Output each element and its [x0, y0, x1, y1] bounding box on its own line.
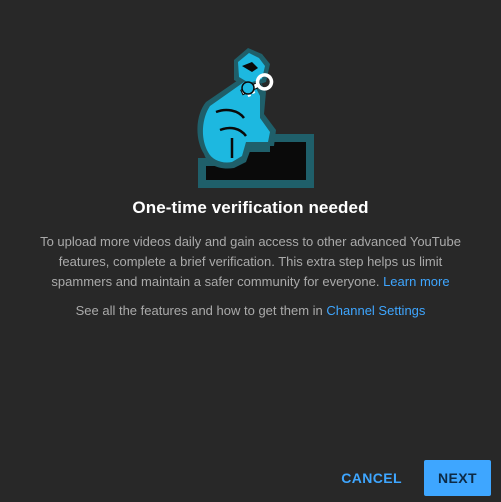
verification-illustration-icon	[197, 48, 314, 188]
next-button[interactable]: NEXT	[424, 460, 491, 496]
dialog-body-text: To upload more videos daily and gain acc…	[34, 232, 467, 292]
features-text: See all the features and how to get them…	[0, 301, 501, 321]
dialog-actions: CANCEL NEXT	[325, 460, 491, 496]
learn-more-link[interactable]: Learn more	[383, 274, 449, 289]
verification-dialog: One-time verification needed To upload m…	[0, 0, 501, 502]
channel-settings-link[interactable]: Channel Settings	[326, 303, 425, 318]
cancel-button[interactable]: CANCEL	[325, 460, 418, 496]
features-description: See all the features and how to get them…	[75, 303, 323, 318]
dialog-title: One-time verification needed	[132, 198, 369, 217]
